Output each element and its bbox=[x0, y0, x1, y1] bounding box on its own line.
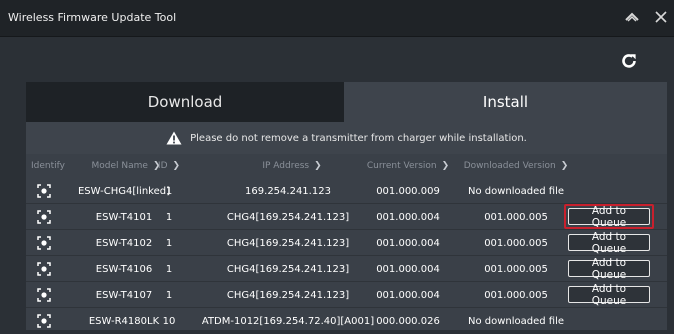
cell-downloaded-version: 001.000.005 bbox=[484, 263, 548, 275]
collapse-icon[interactable] bbox=[622, 7, 642, 27]
update-panel: Download Install Please do not remove a … bbox=[26, 82, 667, 330]
table-row: ESW-T4102 1 CHG4[169.254.241.123] 001.00… bbox=[26, 230, 667, 256]
column-downloaded-version[interactable]: Downloaded Version ❯ bbox=[451, 154, 581, 178]
add-to-queue-button[interactable]: Add to Queue bbox=[568, 257, 650, 281]
table-row: ESW-T4101 1 CHG4[169.254.241.123] 001.00… bbox=[26, 204, 667, 230]
tab-download[interactable]: Download bbox=[26, 82, 344, 122]
cell-current-version: 001.000.009 bbox=[376, 185, 440, 197]
cell-current-version: 001.000.004 bbox=[376, 263, 440, 275]
close-icon[interactable] bbox=[651, 7, 671, 27]
cell-downloaded-version: No downloaded file bbox=[467, 185, 565, 197]
table-header: Identify Model Name ❯ ID ❯ IP Address ❯ Cur… bbox=[26, 154, 667, 178]
warning-icon bbox=[166, 131, 182, 145]
identify-target-icon[interactable] bbox=[37, 314, 51, 328]
chevron-down-icon: ❯ bbox=[314, 161, 322, 171]
cell-downloaded-version: 001.000.005 bbox=[484, 237, 548, 249]
add-to-queue-button[interactable]: Add to Queue bbox=[568, 283, 650, 307]
column-id[interactable]: ID ❯ bbox=[149, 154, 189, 178]
column-identify: Identify bbox=[31, 161, 65, 171]
table-row: ESW-CHG4[linked] 1 169.254.241.123 001.0… bbox=[26, 178, 667, 204]
cell-current-version: 000.000.026 bbox=[376, 315, 440, 327]
chevron-down-icon: ❯ bbox=[441, 161, 450, 171]
chevron-down-icon: ❯ bbox=[560, 161, 569, 171]
tab-install[interactable]: Install bbox=[344, 82, 667, 122]
warning-text: Please do not remove a transmitter from … bbox=[190, 132, 527, 144]
identify-target-icon[interactable] bbox=[37, 236, 51, 250]
table-row: ESW-T4107 1 CHG4[169.254.241.123] 001.00… bbox=[26, 282, 667, 308]
warning-banner: Please do not remove a transmitter from … bbox=[26, 122, 667, 154]
column-current-version[interactable]: Current Version ❯ bbox=[348, 154, 468, 178]
cell-downloaded-version: 001.000.005 bbox=[484, 211, 548, 223]
cell-current-version: 001.000.004 bbox=[376, 237, 440, 249]
chevron-down-icon: ❯ bbox=[172, 161, 181, 171]
table-row: ESW-T4106 1 CHG4[169.254.241.123] 001.00… bbox=[26, 256, 667, 282]
cell-current-version: 001.000.004 bbox=[376, 289, 440, 301]
cell-current-version: 001.000.004 bbox=[376, 211, 440, 223]
table-row: ESW-R4180LK 10 ATDM-1012[169.254.72.40][… bbox=[26, 308, 667, 334]
tab-bar: Download Install bbox=[26, 82, 667, 122]
cell-downloaded-version: 001.000.005 bbox=[484, 289, 548, 301]
identify-target-icon[interactable] bbox=[37, 288, 51, 302]
add-to-queue-button[interactable]: Add to Queue bbox=[568, 205, 650, 229]
title-bar: Wireless Firmware Update Tool bbox=[0, 0, 674, 37]
identify-target-icon[interactable] bbox=[37, 184, 51, 198]
identify-target-icon[interactable] bbox=[37, 262, 51, 276]
add-to-queue-button[interactable]: Add to Queue bbox=[568, 231, 650, 255]
cell-downloaded-version: No downloaded file bbox=[467, 315, 565, 327]
window-title: Wireless Firmware Update Tool bbox=[8, 11, 177, 24]
identify-target-icon[interactable] bbox=[37, 210, 51, 224]
refresh-icon[interactable] bbox=[618, 50, 640, 72]
